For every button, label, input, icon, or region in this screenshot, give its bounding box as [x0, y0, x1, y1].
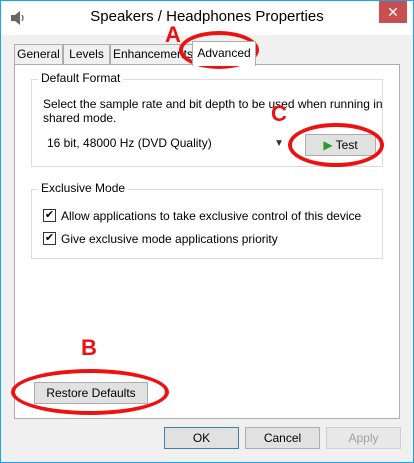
close-button[interactable]: ✕: [379, 1, 407, 23]
ok-button[interactable]: OK: [164, 427, 239, 449]
checkmark-icon: ✔: [44, 209, 55, 221]
annotation-ellipse-c: [288, 123, 384, 167]
cancel-button[interactable]: Cancel: [245, 427, 320, 449]
exclusive-mode-group: Exclusive Mode ✔ Allow applications to t…: [31, 181, 383, 259]
properties-window: Speakers / Headphones Properties ✕ Gener…: [0, 0, 414, 463]
exclusive-mode-legend: Exclusive Mode: [38, 181, 129, 195]
annotation-ellipse-b: [11, 369, 169, 415]
exclusive-control-checkbox[interactable]: ✔: [43, 209, 56, 222]
window-title: Speakers / Headphones Properties: [90, 8, 324, 25]
tab-general[interactable]: General: [14, 44, 63, 64]
checkmark-icon: ✔: [44, 232, 55, 244]
chevron-down-icon: ▼: [274, 138, 284, 149]
title-bar[interactable]: Speakers / Headphones Properties ✕: [1, 1, 413, 35]
exclusive-priority-checkbox[interactable]: ✔: [43, 232, 56, 245]
tab-advanced[interactable]: Advanced: [192, 41, 256, 66]
tab-levels[interactable]: Levels: [63, 44, 110, 64]
apply-button[interactable]: Apply: [326, 427, 401, 449]
annotation-label-c: C: [271, 101, 287, 126]
advanced-tab-panel: Default Format Select the sample rate an…: [14, 64, 400, 419]
sample-rate-dropdown[interactable]: 16 bit, 48000 Hz (DVD Quality) ▼: [43, 133, 287, 154]
annotation-label-b: B: [81, 335, 97, 360]
annotation-label-a: A: [165, 22, 181, 47]
default-format-description: Select the sample rate and bit depth to …: [43, 97, 383, 125]
sample-rate-value: 16 bit, 48000 Hz (DVD Quality): [47, 136, 212, 150]
exclusive-control-label: Allow applications to take exclusive con…: [61, 209, 362, 223]
exclusive-priority-label: Give exclusive mode applications priorit…: [61, 232, 278, 246]
default-format-legend: Default Format: [38, 71, 124, 85]
close-icon: ✕: [387, 4, 399, 20]
